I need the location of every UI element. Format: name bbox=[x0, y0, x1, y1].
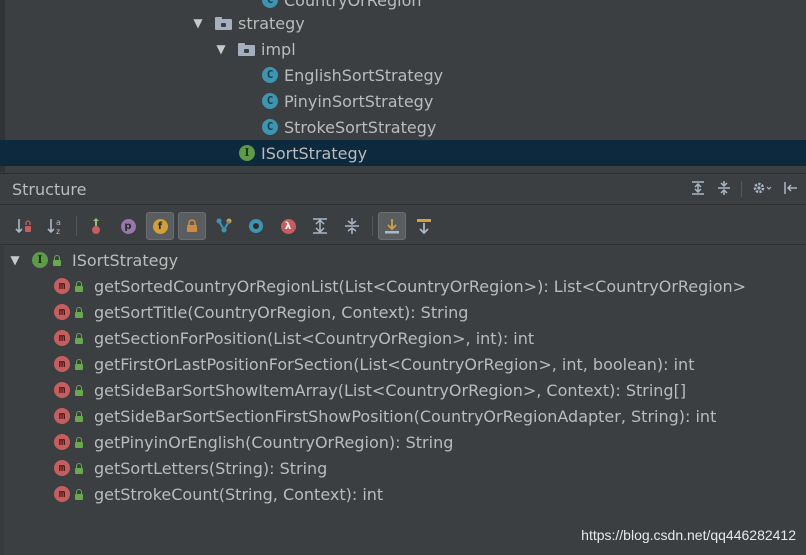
structure-root[interactable]: ▼ I ISortStrategy bbox=[0, 247, 806, 273]
method-label: getSortTitle(CountryOrRegion, Context): … bbox=[94, 302, 469, 322]
public-lock-icon bbox=[74, 306, 84, 318]
show-lambdas-icon[interactable]: λ bbox=[274, 212, 302, 240]
scrollbar[interactable] bbox=[0, 246, 4, 555]
method-row[interactable]: m getSortTitle(CountryOrRegion, Context):… bbox=[0, 299, 806, 325]
method-label: getSortedCountryOrRegionList(List<Countr… bbox=[94, 276, 747, 296]
tree-item-pinyin-sort-strategy[interactable]: C PinyinSortStrategy bbox=[0, 88, 806, 114]
method-row[interactable]: m getSideBarSortShowItemArray(List<Countr… bbox=[0, 377, 806, 403]
divider bbox=[372, 216, 373, 236]
collapse-vertical-icon[interactable] bbox=[715, 180, 733, 198]
structure-header: Structure bbox=[0, 173, 806, 205]
autoscroll-from-source-icon[interactable] bbox=[410, 212, 438, 240]
class-icon: C bbox=[262, 0, 278, 8]
public-lock-icon bbox=[74, 462, 84, 474]
show-anonymous-classes-icon[interactable] bbox=[210, 212, 238, 240]
method-icon: m bbox=[54, 278, 70, 294]
tree-item-label: StrokeSortStrategy bbox=[284, 117, 437, 137]
divider bbox=[76, 216, 77, 236]
public-lock-icon bbox=[74, 280, 84, 292]
method-row[interactable]: m getSideBarSortSectionFirstShowPosition(… bbox=[0, 403, 806, 429]
tree-item-english-sort-strategy[interactable]: C EnglishSortStrategy bbox=[0, 62, 806, 88]
method-label: getSideBarSortSectionFirstShowPosition(C… bbox=[94, 406, 717, 426]
public-lock-icon bbox=[74, 384, 84, 396]
hide-panel-icon[interactable] bbox=[782, 180, 800, 198]
method-row[interactable]: m getStrokeCount(String, Context): int bbox=[0, 481, 806, 507]
expand-arrow-icon[interactable]: ▼ bbox=[214, 42, 228, 56]
tree-item-label: EnglishSortStrategy bbox=[284, 65, 444, 85]
method-row[interactable]: m getFirstOrLastPositionForSection(List<C… bbox=[0, 351, 806, 377]
svg-text:z: z bbox=[56, 227, 60, 236]
structure-root-label: ISortStrategy bbox=[72, 250, 179, 270]
method-label: getPinyinOrEnglish(CountryOrRegion): Str… bbox=[94, 432, 454, 452]
class-icon: C bbox=[262, 119, 278, 135]
package-folder-icon bbox=[215, 16, 232, 30]
autoscroll-to-source-icon[interactable] bbox=[378, 212, 406, 240]
expand-arrow-icon[interactable]: ▼ bbox=[191, 16, 205, 30]
method-icon: m bbox=[54, 304, 70, 320]
divider bbox=[741, 181, 742, 197]
sort-by-visibility-icon[interactable] bbox=[10, 212, 38, 240]
public-lock-icon bbox=[52, 254, 62, 266]
method-label: getSectionForPosition(List<CountryOrRegi… bbox=[94, 328, 535, 348]
tree-item-label: PinyinSortStrategy bbox=[284, 91, 434, 111]
method-icon: m bbox=[54, 486, 70, 502]
gear-icon[interactable] bbox=[750, 180, 774, 198]
structure-toolbar: az p f λ bbox=[0, 205, 806, 245]
method-icon: m bbox=[54, 408, 70, 424]
expand-all-icon[interactable] bbox=[306, 212, 334, 240]
tree-item-strategy[interactable]: ▼ strategy bbox=[0, 10, 806, 36]
method-icon: m bbox=[54, 460, 70, 476]
class-icon: C bbox=[262, 93, 278, 109]
show-fields-icon[interactable]: f bbox=[146, 212, 174, 240]
tree-item-isort-strategy[interactable]: I ISortStrategy bbox=[0, 140, 806, 166]
sort-alphabetically-icon[interactable]: az bbox=[42, 212, 70, 240]
method-label: getSideBarSortShowItemArray(List<Country… bbox=[94, 380, 687, 400]
package-folder-icon bbox=[238, 42, 255, 56]
method-row[interactable]: m getSortLetters(String): String bbox=[0, 455, 806, 481]
tree-item-label: impl bbox=[261, 39, 296, 59]
expand-vertical-icon[interactable] bbox=[689, 180, 707, 198]
interface-icon: I bbox=[32, 252, 48, 268]
method-icon: m bbox=[54, 434, 70, 450]
method-row[interactable]: m getSortedCountryOrRegionList(List<Count… bbox=[0, 273, 806, 299]
show-non-public-icon[interactable] bbox=[178, 212, 206, 240]
show-ordinal-icon[interactable] bbox=[242, 212, 270, 240]
header-tools bbox=[689, 180, 800, 198]
class-icon: C bbox=[262, 67, 278, 83]
show-properties-icon[interactable]: p bbox=[114, 212, 142, 240]
tree-item-label: CountryOrRegion bbox=[284, 0, 422, 10]
method-label: getStrokeCount(String, Context): int bbox=[94, 484, 384, 504]
method-icon: m bbox=[54, 356, 70, 372]
method-icon: m bbox=[54, 382, 70, 398]
show-inherited-icon[interactable] bbox=[82, 212, 110, 240]
watermark: https://blog.csdn.net/qq446282412 bbox=[581, 527, 796, 543]
method-label: getSortLetters(String): String bbox=[94, 458, 328, 478]
svg-text:a: a bbox=[56, 218, 61, 227]
public-lock-icon bbox=[74, 358, 84, 370]
expand-arrow-icon[interactable]: ▼ bbox=[8, 253, 22, 267]
method-icon: m bbox=[54, 330, 70, 346]
public-lock-icon bbox=[74, 436, 84, 448]
structure-tree: ▼ I ISortStrategy m getSortedCountryOrReg… bbox=[0, 246, 806, 555]
method-row[interactable]: m getSectionForPosition(List<CountryOrReg… bbox=[0, 325, 806, 351]
tree-item-label: ISortStrategy bbox=[261, 143, 368, 163]
tree-item-label: strategy bbox=[238, 13, 305, 33]
public-lock-icon bbox=[74, 332, 84, 344]
public-lock-icon bbox=[74, 410, 84, 422]
method-label: getFirstOrLastPositionForSection(List<Co… bbox=[94, 354, 695, 374]
method-row[interactable]: m getPinyinOrEnglish(CountryOrRegion): St… bbox=[0, 429, 806, 455]
tree-item-impl[interactable]: ▼ impl bbox=[0, 36, 806, 62]
public-lock-icon bbox=[74, 488, 84, 500]
tree-item-stroke-sort-strategy[interactable]: C StrokeSortStrategy bbox=[0, 114, 806, 140]
collapse-all-icon[interactable] bbox=[338, 212, 366, 240]
interface-icon: I bbox=[239, 145, 255, 161]
project-tree: C CountryOrRegion ▼ strategy ▼ impl C En… bbox=[0, 0, 806, 172]
panel-title: Structure bbox=[12, 180, 87, 199]
